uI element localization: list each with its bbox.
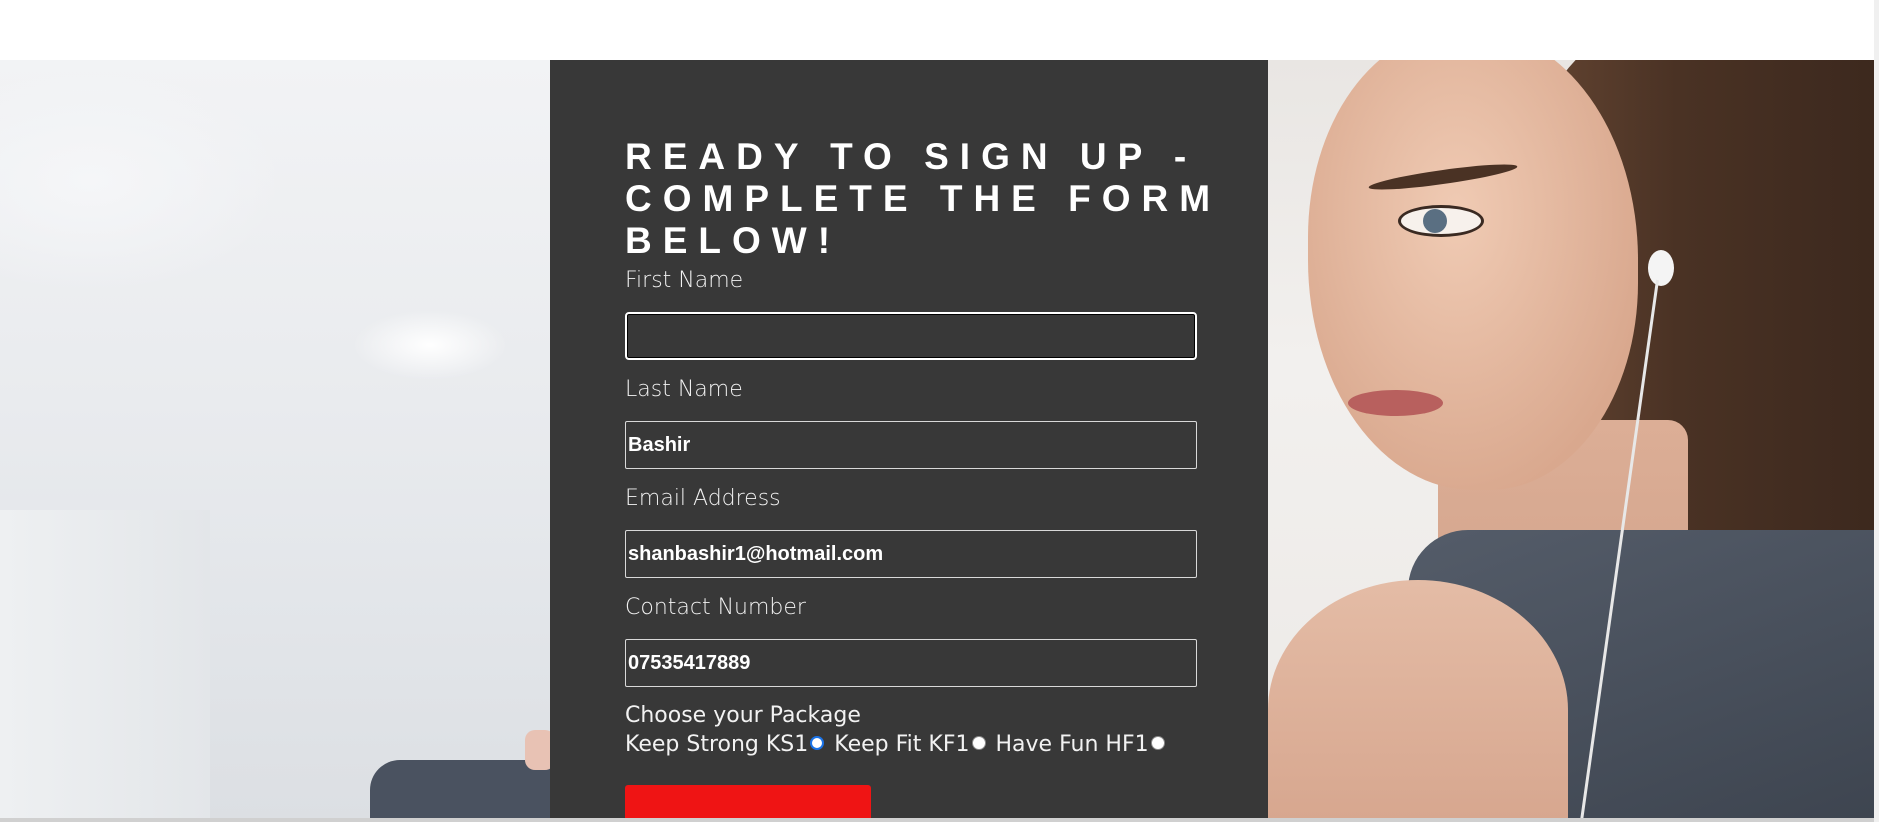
lips [1348,390,1443,416]
contact-number-label: Contact Number [625,595,806,620]
package-option-kf1-radio[interactable] [971,736,986,750]
package-label: Choose your Package [625,703,861,728]
package-option-hf1-radio[interactable] [1150,736,1165,750]
first-name-label: First Name [625,268,744,293]
vertical-scrollbar[interactable] [1874,0,1879,822]
submit-button[interactable] [625,785,871,820]
form-title: READY TO SIGN UP - COMPLETE THE FORM BEL… [625,136,1222,261]
woman-training-image [1268,60,1879,820]
signup-form-panel: READY TO SIGN UP - COMPLETE THE FORM BEL… [550,60,1268,820]
horizontal-scrollbar[interactable] [0,818,1879,822]
earbud [1648,250,1674,286]
last-name-input[interactable] [625,421,1197,469]
signup-section: READY TO SIGN UP - COMPLETE THE FORM BEL… [0,60,1879,820]
first-name-input[interactable] [625,312,1197,360]
package-option-ks1-radio[interactable] [810,736,825,750]
gym-background-image [0,60,555,820]
background-pillar [0,510,210,820]
package-option-ks1-label: Keep Strong KS1 [625,732,809,757]
face [1308,60,1638,490]
top-bar [0,0,1879,60]
email-label: Email Address [625,486,781,511]
eye [1398,205,1484,237]
last-name-label: Last Name [625,377,743,402]
gym-equipment [370,760,550,820]
package-option-hf1-label: Have Fun HF1 [995,732,1149,757]
contact-number-input[interactable] [625,639,1197,687]
package-options: Keep Strong KS1 Keep Fit KF1 Have Fun HF… [625,730,1197,760]
email-input[interactable] [625,530,1197,578]
signup-form: READY TO SIGN UP - COMPLETE THE FORM BEL… [625,136,1210,760]
package-option-kf1-label: Keep Fit KF1 [834,732,970,757]
